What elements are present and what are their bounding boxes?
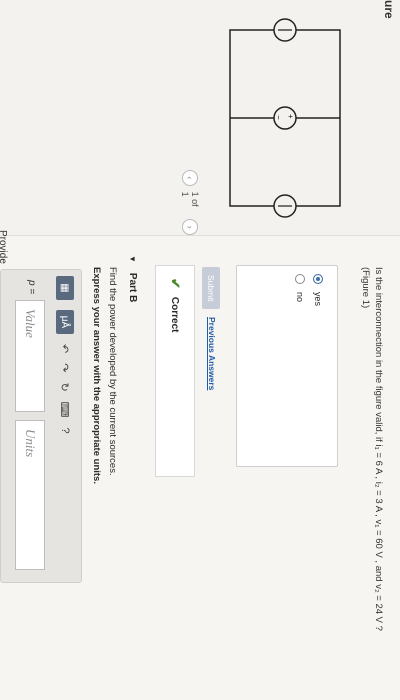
prev-figure-button[interactable]: ‹ bbox=[182, 170, 198, 186]
previous-answers-link[interactable]: Previous Answers bbox=[207, 317, 217, 390]
page: ure + − ‹ 1 of 1 › Provide Feedback bbox=[0, 0, 400, 700]
pager-label: 1 of 1 bbox=[180, 191, 200, 207]
collapse-triangle-icon[interactable]: ▼ bbox=[128, 255, 137, 263]
part-b-question: Find the power developed by the current … bbox=[107, 267, 118, 476]
radio-icon[interactable] bbox=[313, 274, 323, 284]
units-input[interactable]: Units bbox=[15, 420, 45, 570]
figure-pager: ‹ 1 of 1 › bbox=[180, 170, 200, 235]
undo-icon[interactable]: ↶ bbox=[59, 344, 72, 353]
correct-label: Correct bbox=[169, 296, 181, 333]
template-icon[interactable]: ▦ bbox=[56, 276, 74, 300]
part-b-hint: Express your answer with the appropriate… bbox=[91, 267, 102, 484]
correct-feedback: ✔ Correct bbox=[155, 265, 195, 477]
value-input[interactable]: Value bbox=[15, 300, 45, 412]
svg-text:+: + bbox=[286, 114, 295, 119]
redo-icon[interactable]: ↷ bbox=[59, 363, 72, 372]
next-figure-button[interactable]: › bbox=[182, 219, 198, 235]
answer-entry-box: ▦ μÅ ↶ ↷ ↻ ⌨ ? p = Value Units bbox=[0, 269, 82, 583]
help-button[interactable]: ? bbox=[59, 428, 71, 434]
units-button[interactable]: μÅ bbox=[56, 310, 74, 334]
part-b-header[interactable]: ▼ Part B bbox=[127, 255, 138, 302]
part-a-submit-button[interactable]: Submit bbox=[202, 267, 220, 310]
keyboard-icon[interactable]: ⌨ bbox=[59, 402, 72, 418]
math-toolbar: ▦ μÅ ↶ ↷ ↻ ⌨ ? bbox=[55, 276, 75, 576]
option-no[interactable]: no bbox=[295, 274, 305, 302]
answer-options: yes no bbox=[236, 265, 338, 467]
option-label: no bbox=[295, 292, 305, 303]
checkmark-icon: ✔ bbox=[168, 278, 183, 289]
option-label: yes bbox=[313, 292, 323, 307]
option-yes[interactable]: yes bbox=[313, 274, 323, 306]
part-a-question: Is the interconnection in the figure val… bbox=[360, 267, 384, 631]
part-b-title: Part B bbox=[127, 272, 138, 303]
main-content: Is the interconnection in the figure val… bbox=[0, 245, 400, 700]
svg-text:−: − bbox=[274, 115, 283, 120]
figure-heading: ure bbox=[382, 0, 396, 19]
variable-label: p = bbox=[26, 280, 37, 295]
reset-icon[interactable]: ↻ bbox=[59, 382, 72, 391]
circuit-diagram: + − bbox=[229, 18, 341, 218]
radio-icon[interactable] bbox=[295, 274, 305, 284]
figure-pane: ure + − ‹ 1 of 1 › Provide Feedback bbox=[0, 0, 400, 264]
